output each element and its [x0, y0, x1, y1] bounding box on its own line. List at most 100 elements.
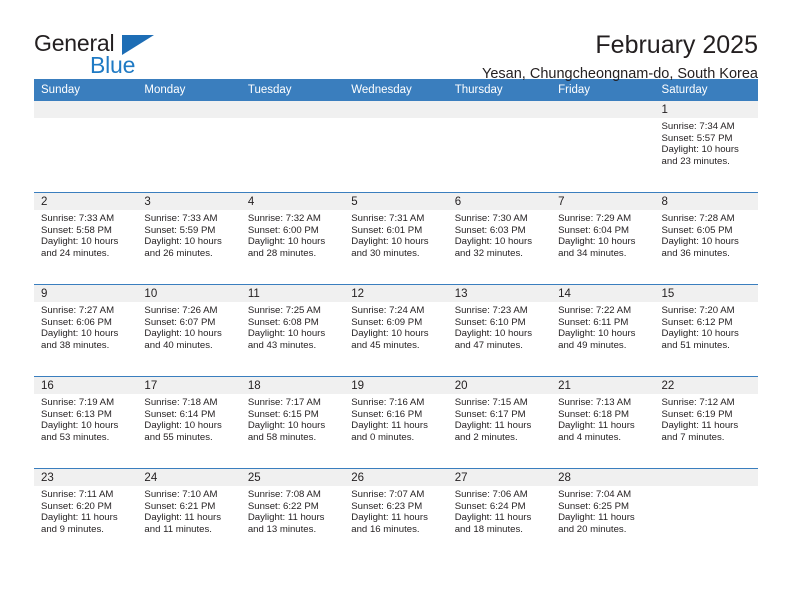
calendar-day-cell[interactable]: 13 Sunrise: 7:23 AM Sunset: 6:10 PM Dayligh…	[447, 284, 552, 377]
daylight-text: Daylight: 10 hours and 58 minutes.	[247, 420, 326, 443]
calendar-day-cell[interactable]: 16 Sunrise: 7:19 AM Sunset: 6:13 PM Dayligh…	[34, 376, 138, 469]
sunrise-text: Sunrise: 7:29 AM	[558, 213, 632, 224]
calendar-day-cell[interactable]: 18 Sunrise: 7:17 AM Sunset: 6:15 PM Dayligh…	[240, 376, 345, 469]
calendar-day-cell[interactable]: 11 Sunrise: 7:25 AM Sunset: 6:08 PM Dayligh…	[240, 284, 345, 377]
calendar-day-cell[interactable]: 27 Sunrise: 7:06 AM Sunset: 6:24 PM Dayligh…	[447, 468, 552, 560]
day-details: Sunrise: 7:33 AM Sunset: 5:59 PM Daylight:…	[137, 210, 240, 259]
calendar-day-cell[interactable]: 5 Sunrise: 7:31 AM Sunset: 6:01 PM Daylight…	[344, 192, 448, 285]
day-number	[654, 469, 758, 486]
sunset-text: Sunset: 5:59 PM	[144, 224, 216, 236]
calendar-day-cell[interactable]: 7 Sunrise: 7:29 AM Sunset: 6:04 PM Daylight…	[551, 192, 655, 285]
calendar-day-cell-empty	[34, 101, 138, 193]
daylight-text: Daylight: 10 hours and 34 minutes.	[558, 236, 636, 259]
calendar-day-cell[interactable]: 6 Sunrise: 7:30 AM Sunset: 6:03 PM Daylight…	[447, 192, 552, 285]
sunset-text: Sunset: 6:10 PM	[454, 316, 526, 328]
day-number: 11	[240, 285, 345, 302]
sunset-text: Sunset: 5:58 PM	[41, 224, 112, 236]
calendar-day-cell[interactable]: 24 Sunrise: 7:10 AM Sunset: 6:21 PM Dayligh…	[137, 468, 241, 560]
daylight-text: Daylight: 10 hours and 55 minutes.	[144, 420, 222, 443]
day-number	[551, 101, 655, 118]
daylight-text: Daylight: 10 hours and 53 minutes.	[41, 420, 119, 443]
sunset-text: Sunset: 6:14 PM	[144, 408, 216, 420]
day-details: Sunrise: 7:32 AM Sunset: 6:00 PM Daylight:…	[241, 210, 344, 259]
calendar-day-cell[interactable]: 25 Sunrise: 7:08 AM Sunset: 6:22 PM Dayligh…	[240, 468, 345, 560]
calendar-day-cell[interactable]: 15 Sunrise: 7:20 AM Sunset: 6:12 PM Dayligh…	[654, 284, 758, 377]
calendar-day-cell[interactable]: 26 Sunrise: 7:07 AM Sunset: 6:23 PM Dayligh…	[344, 468, 448, 560]
sunset-text: Sunset: 6:11 PM	[558, 316, 629, 328]
calendar-day-cell-empty	[654, 468, 758, 560]
daylight-text: Daylight: 10 hours and 40 minutes.	[144, 328, 222, 351]
weekday-header-tuesday: Tuesday	[240, 79, 345, 101]
calendar-day-cell[interactable]: 3 Sunrise: 7:33 AM Sunset: 5:59 PM Daylight…	[137, 192, 241, 285]
daylight-text: Daylight: 10 hours and 26 minutes.	[144, 236, 222, 259]
day-number: 19	[344, 377, 448, 394]
calendar-day-cell[interactable]: 4 Sunrise: 7:32 AM Sunset: 6:00 PM Daylight…	[240, 192, 345, 285]
sunrise-text: Sunrise: 7:28 AM	[661, 213, 735, 224]
daylight-text: Daylight: 10 hours and 28 minutes.	[247, 236, 326, 259]
calendar-day-cell[interactable]: 8 Sunrise: 7:28 AM Sunset: 6:05 PM Daylight…	[654, 192, 758, 285]
general-blue-logo[interactable]: General Blue	[34, 32, 194, 88]
calendar-page: General Blue February 2025 Yesan, Chungc…	[0, 0, 792, 612]
daylight-text: Daylight: 10 hours and 23 minutes.	[661, 144, 739, 167]
day-number: 26	[344, 469, 448, 486]
sunset-text: Sunset: 6:07 PM	[144, 316, 216, 328]
sunset-text: Sunset: 6:09 PM	[351, 316, 423, 328]
sunset-text: Sunset: 6:25 PM	[558, 500, 630, 512]
day-number: 4	[240, 193, 345, 210]
calendar-day-cell[interactable]: 22 Sunrise: 7:12 AM Sunset: 6:19 PM Dayligh…	[654, 376, 758, 469]
sunset-text: Sunset: 6:06 PM	[41, 316, 112, 328]
day-number	[447, 101, 552, 118]
day-details: Sunrise: 7:12 AM Sunset: 6:19 PM Daylight:…	[655, 394, 758, 443]
calendar-day-cell-empty	[551, 101, 655, 193]
day-number: 13	[447, 285, 552, 302]
sunset-text: Sunset: 6:01 PM	[351, 224, 423, 236]
calendar-day-cell[interactable]: 12 Sunrise: 7:24 AM Sunset: 6:09 PM Dayligh…	[344, 284, 448, 377]
calendar-day-cell[interactable]: 20 Sunrise: 7:15 AM Sunset: 6:17 PM Dayligh…	[447, 376, 552, 469]
day-details: Sunrise: 7:07 AM Sunset: 6:23 PM Daylight:…	[344, 486, 447, 535]
calendar-week-row: 9 Sunrise: 7:27 AM Sunset: 6:06 PM Daylight…	[34, 284, 758, 377]
sunset-text: Sunset: 6:12 PM	[661, 316, 733, 328]
day-number: 20	[447, 377, 552, 394]
calendar-day-cell[interactable]: 14 Sunrise: 7:22 AM Sunset: 6:11 PM Dayligh…	[551, 284, 655, 377]
day-number: 1	[654, 101, 758, 118]
sunrise-text: Sunrise: 7:34 AM	[661, 121, 735, 132]
day-number: 8	[654, 193, 758, 210]
day-number: 10	[137, 285, 241, 302]
calendar-day-cell[interactable]: 1 Sunrise: 7:34 AM Sunset: 5:57 PM Daylight…	[654, 101, 758, 193]
sunset-text: Sunset: 6:23 PM	[351, 500, 423, 512]
sunrise-text: Sunrise: 7:31 AM	[351, 213, 425, 224]
day-number: 17	[137, 377, 241, 394]
sunrise-text: Sunrise: 7:27 AM	[41, 305, 115, 316]
daylight-text: Daylight: 11 hours and 9 minutes.	[41, 512, 118, 535]
calendar-day-cell[interactable]: 19 Sunrise: 7:16 AM Sunset: 6:16 PM Dayligh…	[344, 376, 448, 469]
sunrise-text: Sunrise: 7:12 AM	[661, 397, 735, 408]
day-number: 23	[34, 469, 138, 486]
calendar-table: Sunday Monday Tuesday Wednesday Thursday Frid…	[34, 79, 758, 560]
page-title: February 2025	[595, 31, 758, 59]
calendar-day-cell[interactable]: 28 Sunrise: 7:04 AM Sunset: 6:25 PM Dayligh…	[551, 468, 655, 560]
day-details: Sunrise: 7:28 AM Sunset: 6:05 PM Daylight:…	[655, 210, 758, 259]
day-details: Sunrise: 7:10 AM Sunset: 6:21 PM Daylight:…	[137, 486, 240, 535]
calendar-week-row: 23 Sunrise: 7:11 AM Sunset: 6:20 PM Dayligh…	[34, 468, 758, 560]
day-details: Sunrise: 7:04 AM Sunset: 6:25 PM Daylight:…	[551, 486, 654, 535]
calendar-day-cell[interactable]: 23 Sunrise: 7:11 AM Sunset: 6:20 PM Dayligh…	[34, 468, 138, 560]
sunrise-text: Sunrise: 7:22 AM	[558, 305, 632, 316]
day-details: Sunrise: 7:08 AM Sunset: 6:22 PM Daylight:…	[241, 486, 344, 535]
calendar-day-cell[interactable]: 21 Sunrise: 7:13 AM Sunset: 6:18 PM Dayligh…	[551, 376, 655, 469]
day-details: Sunrise: 7:17 AM Sunset: 6:15 PM Daylight:…	[241, 394, 344, 443]
sunrise-text: Sunrise: 7:26 AM	[144, 305, 218, 316]
daylight-text: Daylight: 10 hours and 49 minutes.	[558, 328, 636, 351]
day-details: Sunrise: 7:13 AM Sunset: 6:18 PM Daylight:…	[551, 394, 654, 443]
sunrise-text: Sunrise: 7:04 AM	[558, 489, 632, 500]
day-details: Sunrise: 7:18 AM Sunset: 6:14 PM Daylight:…	[137, 394, 240, 443]
calendar-day-cell[interactable]: 17 Sunrise: 7:18 AM Sunset: 6:14 PM Dayligh…	[137, 376, 241, 469]
calendar-day-cell[interactable]: 2 Sunrise: 7:33 AM Sunset: 5:58 PM Daylight…	[34, 192, 138, 285]
calendar-day-cell[interactable]: 9 Sunrise: 7:27 AM Sunset: 6:06 PM Daylight…	[34, 284, 138, 377]
daylight-text: Daylight: 11 hours and 16 minutes.	[351, 512, 428, 535]
day-details: Sunrise: 7:16 AM Sunset: 6:16 PM Daylight:…	[344, 394, 447, 443]
sunrise-text: Sunrise: 7:18 AM	[144, 397, 218, 408]
day-number: 15	[654, 285, 758, 302]
calendar-day-cell-empty	[447, 101, 552, 193]
day-details: Sunrise: 7:29 AM Sunset: 6:04 PM Daylight:…	[551, 210, 654, 259]
calendar-day-cell[interactable]: 10 Sunrise: 7:26 AM Sunset: 6:07 PM Dayligh…	[137, 284, 241, 377]
